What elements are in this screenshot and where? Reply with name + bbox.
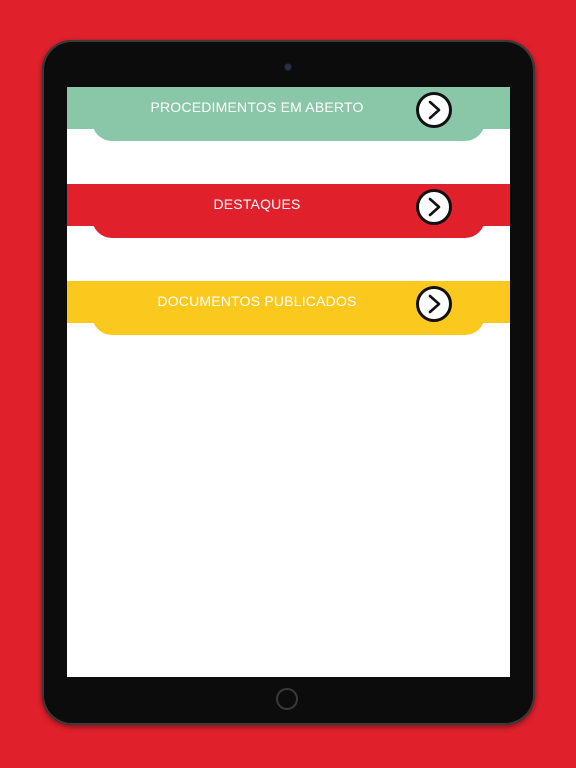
chevron-right-circle-icon[interactable] (416, 92, 452, 128)
menu-item-destaques[interactable]: DESTAQUES (67, 184, 510, 248)
menu-item-documentos-publicados[interactable]: DOCUMENTOS PUBLICADOS (67, 281, 510, 345)
menu-item-procedimentos-em-aberto[interactable]: PROCEDIMENTOS EM ABERTO (67, 87, 510, 151)
menu-item-label: DESTAQUES (213, 196, 301, 212)
tablet-frame: PROCEDIMENTOS EM ABERTO DESTAQUES DOCUME… (42, 40, 535, 725)
chevron-right-circle-icon[interactable] (416, 189, 452, 225)
home-button[interactable] (276, 688, 298, 710)
camera-icon (285, 64, 291, 70)
app-screen: PROCEDIMENTOS EM ABERTO DESTAQUES DOCUME… (67, 87, 510, 677)
menu-item-label: DOCUMENTOS PUBLICADOS (157, 293, 357, 309)
chevron-right-circle-icon[interactable] (416, 286, 452, 322)
menu-item-label: PROCEDIMENTOS EM ABERTO (150, 99, 364, 115)
